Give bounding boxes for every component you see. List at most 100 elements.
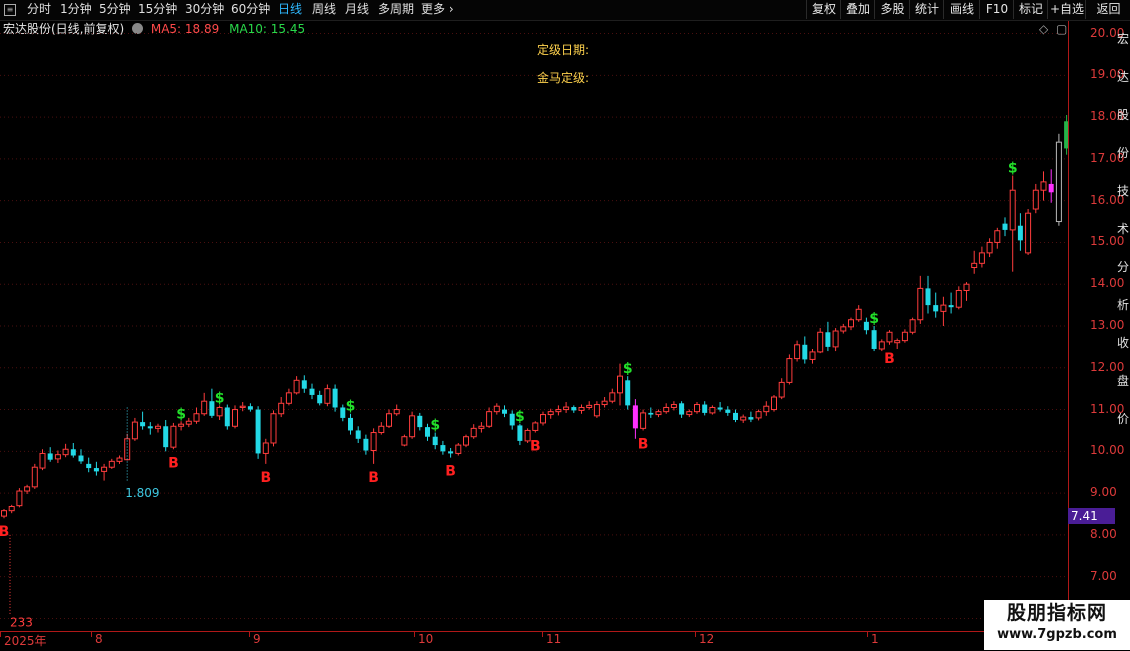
candle-body — [1048, 183, 1054, 193]
watermark-url: www.7gpzb.com — [997, 627, 1117, 642]
buy-signal: B — [368, 470, 379, 486]
candle-body — [440, 445, 446, 452]
candle-body — [1009, 189, 1016, 231]
date-tick — [695, 631, 696, 637]
tool-button-8[interactable]: 返回 — [1085, 0, 1130, 19]
candle-body — [1025, 212, 1032, 254]
candle-body — [309, 388, 315, 395]
candle-body — [293, 379, 300, 394]
candle-body — [933, 305, 939, 312]
candle-body — [709, 406, 716, 414]
candle-body — [763, 405, 770, 413]
candle-body — [232, 409, 238, 427]
candle-body — [794, 344, 801, 360]
candle-body — [863, 321, 869, 331]
candle-body — [340, 407, 346, 418]
candle-body — [909, 319, 916, 333]
candle-body — [925, 288, 931, 306]
candle-body — [778, 381, 785, 398]
candle-body — [239, 405, 246, 408]
candle-body — [86, 463, 92, 469]
buy-signal: B — [638, 436, 649, 452]
candle-body — [586, 404, 593, 408]
candle-body — [601, 400, 608, 406]
side-char: 价 — [1117, 412, 1130, 426]
candle-body — [201, 400, 208, 415]
price-label: 7.00 — [1090, 568, 1117, 583]
date-axis — [0, 631, 1068, 651]
candle-body — [24, 486, 31, 492]
candle-body — [255, 409, 261, 454]
buy-signal: B — [530, 439, 541, 455]
buy-signal: B — [0, 524, 9, 540]
candle-body — [78, 455, 84, 462]
current-price-flag: 7.41 — [1068, 508, 1115, 524]
side-char: 盘 — [1117, 374, 1130, 388]
candle-body — [740, 416, 747, 421]
candle-body — [948, 305, 954, 308]
candle-body — [733, 412, 738, 421]
price-label: 9.00 — [1090, 485, 1117, 500]
candlestick-chart[interactable]: B $ B $ B $ B $ B $ B $ B $ B $1.809 233 — [0, 0, 1068, 631]
candle-body — [486, 411, 493, 427]
candle-body — [809, 351, 816, 360]
candle-body — [609, 392, 616, 402]
candle-body — [62, 448, 69, 456]
sell-signal: $ — [869, 311, 879, 327]
side-char: 股 — [1117, 108, 1130, 122]
candle-body — [971, 262, 978, 269]
candle-body — [755, 411, 762, 419]
candle-body — [563, 406, 570, 411]
candle-body — [655, 411, 662, 416]
candle-body — [393, 409, 400, 415]
candle-body — [324, 388, 331, 404]
candle-body — [625, 380, 631, 406]
candle-body — [47, 453, 53, 460]
side-char: 析 — [1117, 298, 1130, 312]
candle-body — [147, 426, 153, 429]
candle-body — [717, 407, 723, 410]
candle-body — [994, 230, 1001, 243]
candle-body — [163, 426, 169, 448]
candle-body — [517, 425, 523, 441]
price-label: 10.00 — [1090, 443, 1125, 458]
candle-body — [1055, 141, 1062, 223]
candle-body — [247, 406, 253, 410]
candle-body — [986, 241, 993, 254]
candle-body — [278, 402, 285, 415]
sell-signal: $ — [346, 399, 356, 415]
candle-body — [748, 417, 754, 420]
candle-body — [16, 490, 23, 507]
candle-body — [209, 401, 215, 416]
candle-body — [694, 404, 700, 413]
side-char: 技 — [1117, 184, 1130, 198]
candle-body — [370, 432, 377, 452]
candle-body — [363, 438, 369, 451]
side-char: 份 — [1117, 146, 1130, 160]
candle-body — [124, 438, 131, 461]
candle-body — [825, 332, 831, 347]
candle-body — [509, 413, 515, 426]
candle-body — [901, 331, 908, 342]
candle-body — [8, 505, 15, 512]
candle-body — [348, 417, 353, 431]
candle-body — [555, 409, 562, 413]
candle-body — [1002, 223, 1008, 230]
watermark-title: 股朋指标网 — [1006, 602, 1107, 624]
buy-signal: B — [168, 455, 179, 471]
candle-body — [54, 454, 61, 460]
candle-body — [317, 394, 323, 404]
sell-signal: $ — [623, 361, 633, 377]
candle-body — [332, 388, 338, 408]
candle-body — [840, 326, 847, 332]
side-char: 达 — [1117, 70, 1130, 84]
candle-body — [771, 396, 777, 411]
candle-body — [786, 358, 793, 383]
candle-body — [617, 375, 623, 394]
candle-body — [425, 427, 430, 437]
date-label: 10 — [418, 632, 434, 646]
candle-body — [894, 340, 901, 344]
candle-body — [455, 444, 462, 454]
date-tick — [867, 631, 868, 637]
date-tick — [542, 631, 543, 637]
